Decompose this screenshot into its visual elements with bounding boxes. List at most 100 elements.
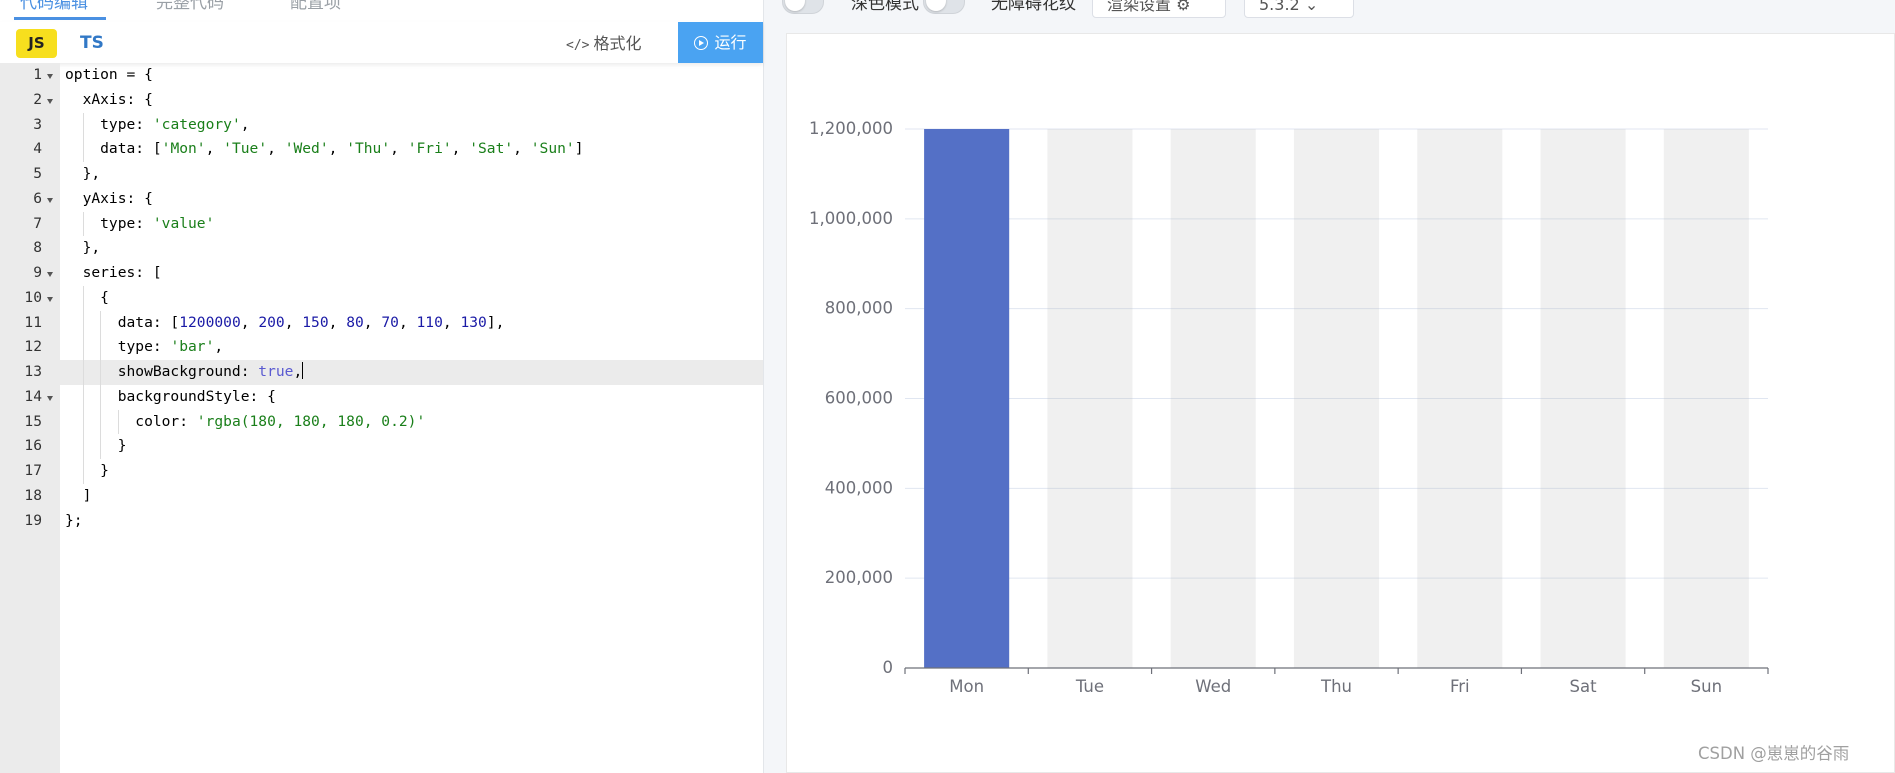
tab-code-edit[interactable]: 代码编辑	[20, 0, 88, 13]
y-tick-label: 1,200,000	[809, 119, 893, 138]
bar-chart: 0 200,000 400,000 600,000 800,000 1,000,000 1,…	[809, 119, 1769, 696]
bar-background	[1540, 129, 1626, 668]
line-number: 17	[24, 462, 42, 479]
code-line[interactable]: 7 type: 'value'	[0, 211, 763, 237]
chart-preview-panel: 0 200,000 400,000 600,000 800,000 1,000,000 1,…	[786, 33, 1895, 773]
code-line[interactable]: 9 series: [	[0, 261, 763, 286]
y-tick-label: 200,000	[825, 568, 893, 587]
code-text: ]	[65, 486, 92, 504]
code-icon: </>	[566, 38, 590, 53]
x-tick-label: Sat	[1570, 677, 1598, 696]
bar-background	[1047, 129, 1133, 668]
code-line[interactable]: 17 }	[0, 459, 763, 484]
code-line[interactable]: 14 backgroundStyle: {	[0, 384, 763, 410]
dark-mode-label: 深色模式	[851, 0, 919, 14]
line-number: 16	[24, 437, 42, 455]
accessible-label: 无障碍花纹	[991, 0, 1076, 14]
tab-full-code[interactable]: 完整代码	[156, 0, 224, 13]
format-label: 格式化	[593, 34, 642, 53]
code-editor-pane: 代码编辑 完整代码 配置项 JS TS </> 格式化 运行 1 option = …	[0, 0, 764, 773]
version-value: 5.3.2	[1259, 0, 1300, 14]
code-text: series: [	[65, 264, 162, 281]
code-text: showBackground: true,	[65, 362, 304, 380]
y-tick-label: 800,000	[825, 299, 893, 318]
y-tick-label: 400,000	[825, 478, 893, 497]
code-text: }	[65, 462, 109, 479]
bar-background	[1663, 129, 1749, 668]
fold-arrow-icon[interactable]	[47, 296, 53, 302]
render-settings-button[interactable]: 渲染设置 ⚙	[1092, 0, 1226, 18]
line-number: 8	[33, 239, 42, 257]
code-text: data: ['Mon', 'Tue', 'Wed', 'Thu', 'Fri'…	[65, 140, 584, 158]
line-number: 7	[33, 214, 42, 232]
line-number: 4	[33, 140, 42, 158]
y-tick-label: 0	[883, 658, 894, 677]
code-line[interactable]: 10 {	[0, 285, 763, 311]
bar	[924, 129, 1010, 668]
line-number: 14	[24, 387, 42, 405]
code-text: backgroundStyle: {	[65, 387, 276, 405]
line-number: 15	[24, 412, 42, 430]
dark-mode-toggle[interactable]	[782, 0, 824, 14]
line-number: 6	[33, 189, 42, 207]
code-line[interactable]: 3 type: 'category',	[0, 112, 763, 138]
lang-ts-button[interactable]: TS	[80, 29, 108, 58]
line-number: 12	[24, 338, 42, 356]
code-text: },	[65, 239, 101, 257]
code-line[interactable]: 18 ]	[0, 484, 763, 509]
code-line[interactable]: 8 },	[0, 236, 763, 261]
code-line[interactable]: 15 color: 'rgba(180, 180, 180, 0.2)'	[0, 409, 763, 435]
line-number: 13	[24, 363, 42, 380]
code-line[interactable]: 13 showBackground: true,	[0, 360, 763, 385]
code-line[interactable]: 12 type: 'bar',	[0, 335, 763, 360]
line-number: 9	[33, 264, 42, 281]
editor-tabs: 代码编辑 完整代码 配置项	[0, 0, 763, 20]
preview-settings-bar: 深色模式 无障碍花纹 渲染设置 ⚙ 5.3.2 ⌄	[778, 0, 1895, 20]
version-select[interactable]: 5.3.2 ⌄	[1244, 0, 1354, 18]
code-text: yAxis: {	[65, 189, 153, 207]
bar-background	[1170, 129, 1256, 668]
fold-arrow-icon[interactable]	[47, 272, 53, 277]
editor-toolbar: JS TS </> 格式化 运行	[0, 22, 763, 63]
fold-arrow-icon[interactable]	[47, 197, 53, 203]
line-number: 10	[24, 288, 42, 306]
y-tick-label: 1,000,000	[809, 209, 893, 228]
fold-arrow-icon[interactable]	[47, 74, 53, 79]
tab-config-options[interactable]: 配置项	[290, 0, 341, 13]
text-cursor	[302, 362, 304, 379]
x-tick-label: Sun	[1691, 677, 1722, 696]
lang-js-button[interactable]: JS	[16, 29, 57, 58]
code-line[interactable]: 4 data: ['Mon', 'Tue', 'Wed', 'Thu', 'Fr…	[0, 137, 763, 162]
code-text: type: 'bar',	[65, 338, 224, 356]
code-line[interactable]: 5 },	[0, 162, 763, 187]
bar-background	[1417, 129, 1503, 668]
format-button[interactable]: </> 格式化	[566, 29, 642, 58]
x-tick-label: Mon	[949, 677, 984, 696]
x-tick-label: Tue	[1075, 677, 1104, 696]
fold-arrow-icon[interactable]	[47, 395, 53, 401]
code-lines: 1 option = { 2 xAxis: {3 type: 'category',…	[0, 63, 763, 533]
gear-icon: ⚙	[1176, 0, 1191, 14]
x-tick-label: Fri	[1450, 677, 1470, 696]
code-line[interactable]: 2 xAxis: {	[0, 88, 763, 113]
code-line[interactable]: 19};	[0, 509, 763, 534]
chevron-down-icon: ⌄	[1304, 0, 1319, 14]
code-text: option = {	[65, 66, 153, 83]
active-tab-indicator	[14, 17, 106, 20]
code-text: }	[65, 437, 127, 455]
code-line[interactable]: 16 }	[0, 434, 763, 459]
fold-arrow-icon[interactable]	[47, 98, 53, 104]
code-line[interactable]: 11 data: [1200000, 200, 150, 80, 70, 110…	[0, 310, 763, 336]
y-tick-label: 600,000	[825, 389, 893, 408]
code-text: {	[65, 288, 109, 306]
code-line[interactable]: 6 yAxis: {	[0, 187, 763, 212]
code-text: xAxis: {	[65, 90, 153, 108]
csdn-watermark: CSDN @崽崽的谷雨	[1698, 744, 1850, 763]
line-number: 1	[33, 66, 42, 83]
code-line[interactable]: 1 option = {	[0, 63, 763, 88]
run-button[interactable]: 运行	[678, 22, 763, 63]
accessible-toggle[interactable]	[923, 0, 965, 14]
code-area[interactable]: 1 option = { 2 xAxis: {3 type: 'category',…	[0, 63, 763, 773]
code-text: type: 'value'	[65, 214, 215, 232]
bar-background	[1293, 129, 1380, 668]
